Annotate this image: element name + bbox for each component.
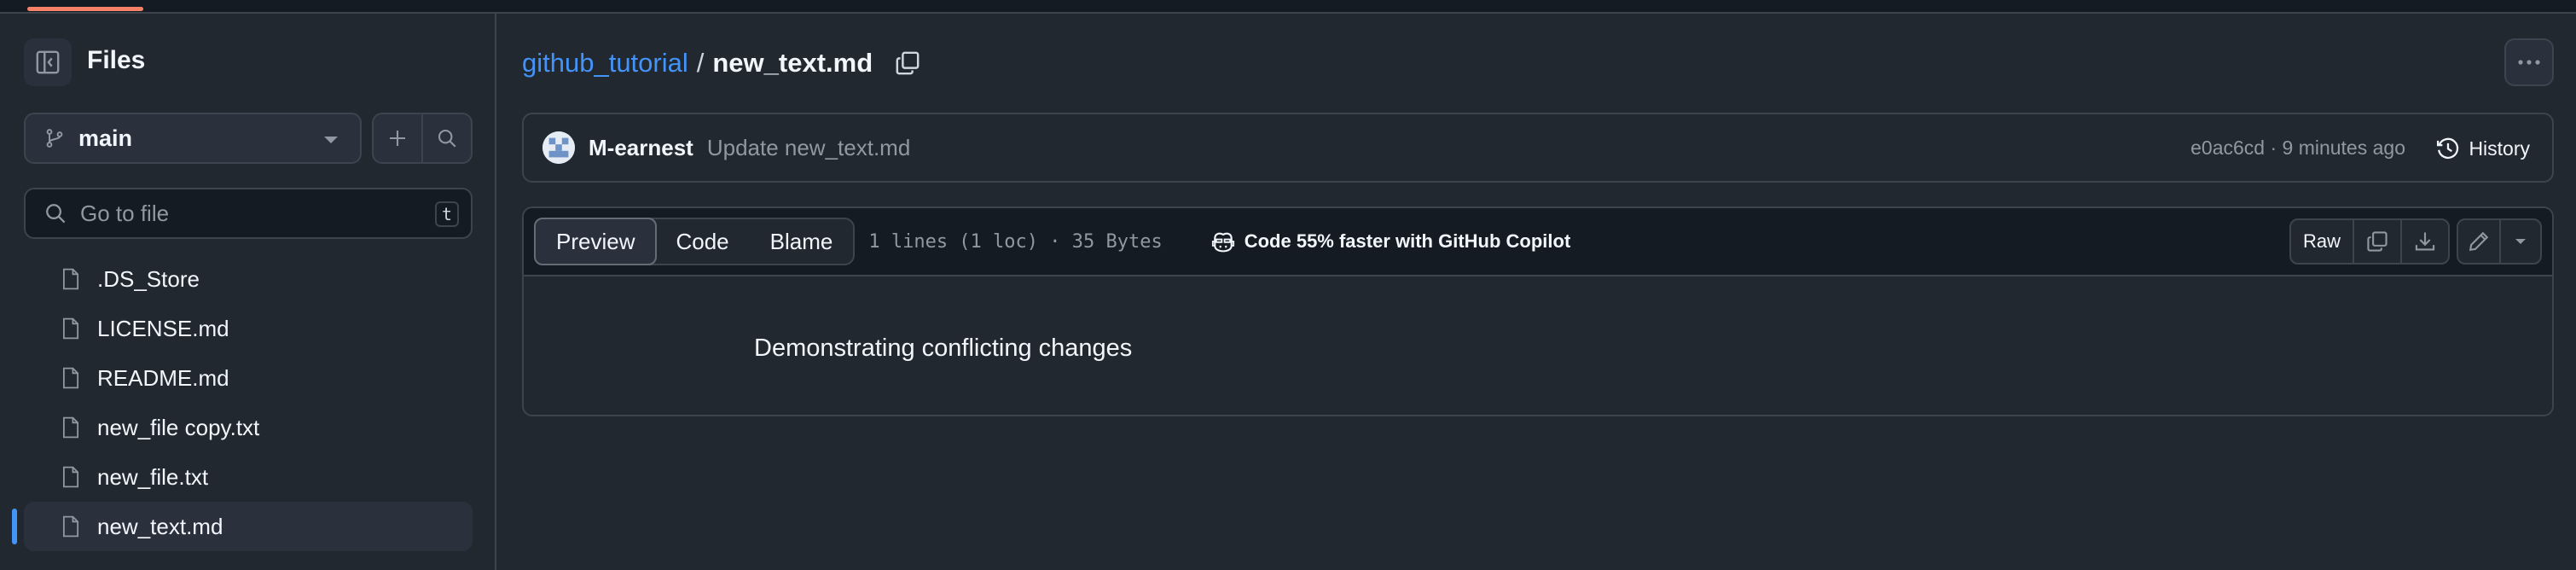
- file-icon: [62, 317, 79, 340]
- commit-message[interactable]: Update new_text.md: [707, 135, 910, 161]
- tab-code[interactable]: Code: [655, 219, 749, 264]
- branch-selector[interactable]: main: [24, 113, 362, 164]
- file-icon: [62, 416, 79, 439]
- kebab-horizontal-icon: [2518, 60, 2540, 65]
- view-mode-tabs: Preview Code Blame: [534, 218, 856, 265]
- copy-raw-button[interactable]: [2353, 220, 2400, 263]
- more-options-button[interactable]: [2504, 38, 2554, 86]
- history-button[interactable]: History: [2436, 131, 2530, 166]
- breadcrumb-separator: /: [696, 48, 705, 78]
- download-button[interactable]: [2400, 220, 2448, 263]
- tab-preview[interactable]: Preview: [534, 218, 658, 265]
- download-icon: [2415, 232, 2435, 251]
- file-viewer-header: Preview Code Blame 1 lines (1 loc) · 35 …: [524, 208, 2552, 276]
- go-to-file-input[interactable]: Go to file t: [24, 188, 473, 239]
- file-tree-item[interactable]: LICENSE.md: [24, 304, 473, 353]
- file-icon: [62, 515, 79, 538]
- history-label: History: [2469, 137, 2530, 160]
- edit-options-dropdown[interactable]: [2499, 220, 2540, 263]
- file-name: new_text.md: [97, 513, 223, 539]
- file-icon: [62, 466, 79, 488]
- pencil-icon: [2469, 231, 2489, 251]
- history-icon: [2437, 137, 2459, 160]
- file-actions-group: [372, 113, 473, 164]
- file-tree-sidebar: Files main Go to file t .DS_Store LICENS…: [0, 14, 496, 570]
- file-tree-item[interactable]: .DS_Store: [24, 254, 473, 304]
- file-tree-item[interactable]: new_file.txt: [24, 452, 473, 502]
- sidebar-title: Files: [87, 46, 146, 74]
- search-icon: [46, 204, 66, 224]
- latest-commit-bar: M-earnest Update new_text.md e0ac6cd · 9…: [522, 113, 2554, 183]
- commit-sha-and-time[interactable]: e0ac6cd · 9 minutes ago: [2190, 137, 2405, 160]
- file-name: new_file.txt: [97, 463, 209, 490]
- rendered-markdown: Demonstrating conflicting changes: [754, 334, 1133, 362]
- collapse-sidebar-button[interactable]: [24, 38, 72, 86]
- file-name: LICENSE.md: [97, 315, 229, 341]
- triangle-down-icon: [2515, 239, 2526, 244]
- file-stats: 1 lines (1 loc) · 35 Bytes: [868, 230, 1163, 253]
- copy-path-button[interactable]: [895, 50, 920, 76]
- file-icon: [62, 367, 79, 389]
- commit-author[interactable]: M-earnest: [589, 135, 693, 161]
- breadcrumb-repo-link[interactable]: github_tutorial: [522, 48, 688, 79]
- file-name: .DS_Store: [97, 265, 200, 292]
- add-file-button[interactable]: [374, 114, 421, 162]
- search-icon: [438, 129, 456, 148]
- file-name: new_file copy.txt: [97, 414, 260, 440]
- file-viewer: Preview Code Blame 1 lines (1 loc) · 35 …: [522, 206, 2554, 416]
- file-tree: .DS_Store LICENSE.md README.md new_file …: [12, 254, 473, 551]
- git-branch-icon: [46, 129, 63, 148]
- keyboard-shortcut-hint: t: [435, 201, 459, 227]
- breadcrumb: github_tutorial / new_text.md: [522, 48, 920, 79]
- file-tree-item[interactable]: new_file copy.txt: [24, 403, 473, 452]
- copy-icon: [896, 51, 920, 75]
- file-name: README.md: [97, 364, 229, 391]
- copy-icon: [2367, 231, 2387, 252]
- tab-blame[interactable]: Blame: [750, 219, 854, 264]
- top-nav-bar: [0, 0, 2576, 14]
- active-tab-underline: [27, 7, 143, 11]
- search-code-button[interactable]: [421, 114, 471, 162]
- raw-button[interactable]: Raw: [2291, 220, 2353, 263]
- go-to-file-placeholder: Go to file: [80, 200, 170, 226]
- sidebar-collapse-icon: [36, 50, 60, 74]
- copilot-promo-link[interactable]: Code 55% faster with GitHub Copilot: [1210, 230, 1571, 253]
- breadcrumb-file-name: new_text.md: [712, 48, 873, 78]
- edit-actions-group: [2457, 218, 2542, 265]
- file-tree-item-selected[interactable]: new_text.md: [12, 502, 473, 551]
- identicon-icon: [542, 131, 575, 164]
- copilot-icon: [1211, 232, 1234, 253]
- plus-icon: [390, 131, 405, 146]
- copilot-promo-text: Code 55% faster with GitHub Copilot: [1244, 230, 1571, 252]
- chevron-down-icon: [324, 137, 338, 143]
- avatar[interactable]: [542, 131, 575, 164]
- file-tree-item[interactable]: README.md: [24, 353, 473, 403]
- file-icon: [62, 268, 79, 290]
- file-view-main: github_tutorial / new_text.md M-earnest …: [498, 14, 2576, 570]
- branch-name: main: [78, 125, 133, 151]
- raw-actions-group: Raw: [2289, 218, 2450, 265]
- edit-file-button[interactable]: [2458, 220, 2499, 263]
